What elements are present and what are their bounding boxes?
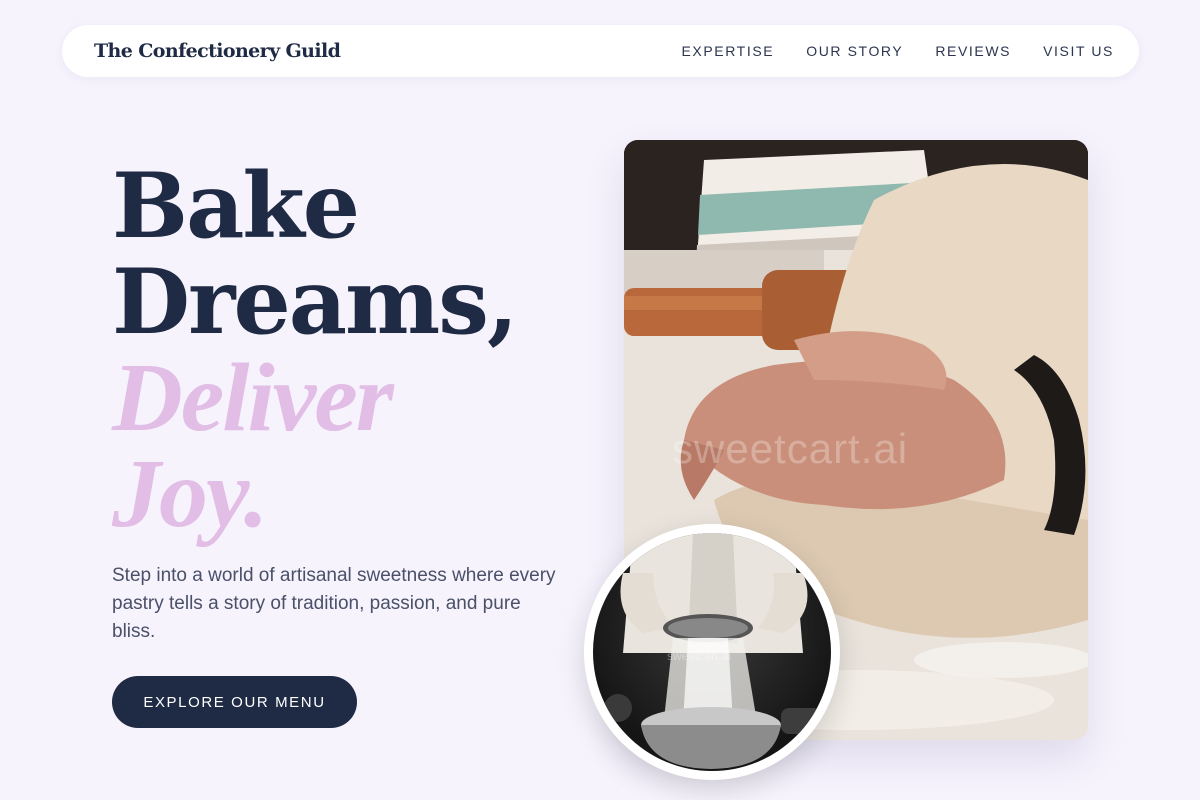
flour-sifting-image: sweetcart.ai (593, 533, 831, 771)
hero-circle-photo: sweetcart.ai (584, 524, 840, 780)
hero-subtext: Step into a world of artisanal sweetness… (112, 565, 556, 642)
headline-line-4: Joy. (112, 440, 268, 548)
explore-menu-button[interactable]: EXPLORE OUR MENU (112, 676, 357, 728)
headline-line-3: Deliver (112, 344, 394, 452)
brand-logo[interactable]: The Confectionery Guild (94, 40, 341, 62)
nav-link-visit-us[interactable]: VISIT US (1043, 43, 1114, 59)
hero-headline: Bake Dreams, Deliver Joy. (112, 153, 518, 548)
nav-link-our-story[interactable]: OUR STORY (806, 43, 903, 59)
main-photo-watermark: sweetcart.ai (672, 425, 909, 472)
nav-link-expertise[interactable]: EXPERTISE (681, 43, 774, 59)
headline-line-2: Dreams, (112, 249, 518, 355)
circle-photo-watermark: sweetcart.ai (667, 649, 732, 663)
headline-line-1: Bake (112, 153, 360, 259)
nav-link-reviews[interactable]: REVIEWS (935, 43, 1011, 59)
nav-links: EXPERTISE OUR STORY REVIEWS VISIT US (681, 43, 1114, 59)
navbar: The Confectionery Guild EXPERTISE OUR ST… (62, 25, 1139, 77)
